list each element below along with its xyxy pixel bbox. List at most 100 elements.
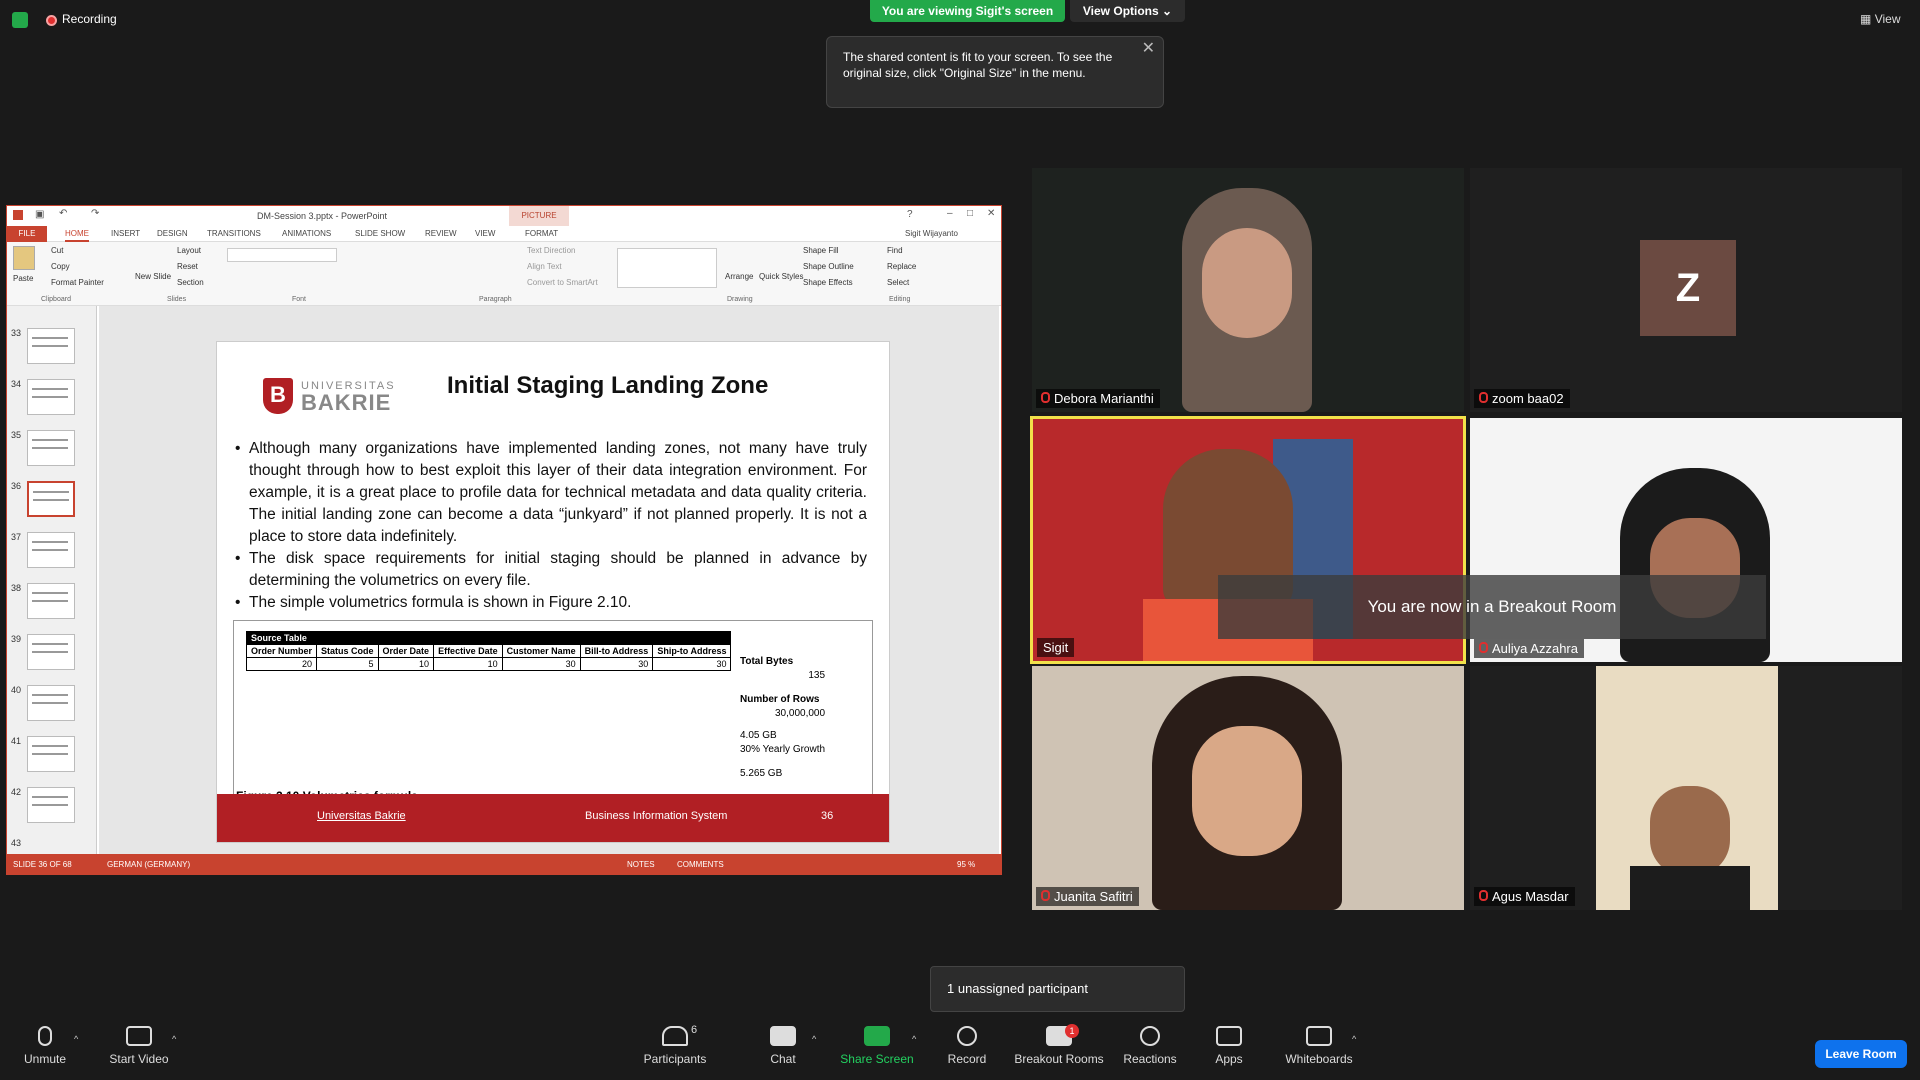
leave-room-button[interactable]: Leave Room	[1815, 1040, 1907, 1068]
reset-button[interactable]: Reset	[177, 262, 198, 271]
notes-button[interactable]: NOTES	[627, 860, 655, 869]
thumb-number: 39	[11, 634, 22, 644]
column-header: Effective Date	[433, 644, 503, 658]
align-text-button[interactable]: Align Text	[527, 262, 562, 271]
unmute-label: Unmute	[23, 1052, 67, 1066]
whiteboards-button[interactable]: Whiteboards	[1274, 1026, 1364, 1066]
format-painter-button[interactable]: Format Painter	[51, 278, 104, 287]
font-name-input[interactable]	[227, 248, 337, 262]
slide-thumbnail[interactable]	[27, 532, 75, 568]
table-cell: 30	[501, 657, 581, 671]
language-status[interactable]: GERMAN (GERMANY)	[107, 860, 190, 869]
ribbon-tabs: FILE HOME INSERT DESIGN TRANSITIONS ANIM…	[7, 226, 1001, 242]
slide-thumbnail-active[interactable]	[27, 481, 75, 517]
tab-view[interactable]: VIEW	[475, 229, 495, 238]
breakout-rooms-button[interactable]: 1 Breakout Rooms	[1013, 1024, 1105, 1066]
zoom-level[interactable]: 95 %	[957, 860, 975, 869]
quick-styles-button[interactable]: Quick Styles	[759, 272, 803, 281]
tab-slide-show[interactable]: SLIDE SHOW	[355, 229, 405, 238]
shield-icon[interactable]	[12, 12, 28, 28]
shape-fill-button[interactable]: Shape Fill	[803, 246, 839, 255]
apps-button[interactable]: Apps	[1184, 1026, 1274, 1066]
video-tile-debora[interactable]: Debora Marianthi	[1032, 168, 1464, 412]
slide-thumbnail[interactable]	[27, 787, 75, 823]
unassigned-participant-popup[interactable]: 1 unassigned participant	[930, 966, 1185, 1012]
user-name[interactable]: Sigit Wijayanto	[905, 229, 958, 238]
share-screen-button[interactable]: Share Screen	[832, 1026, 922, 1066]
tab-insert[interactable]: INSERT	[111, 229, 140, 238]
close-icon[interactable]: ✕	[1142, 41, 1155, 57]
new-slide-button[interactable]: New Slide	[135, 272, 171, 281]
help-icon[interactable]: ?	[907, 209, 913, 220]
muted-mic-icon	[1041, 392, 1050, 403]
tab-home[interactable]: HOME	[65, 229, 89, 242]
video-tile-agus[interactable]: Agus Masdar	[1470, 666, 1902, 910]
comments-button[interactable]: COMMENTS	[677, 860, 724, 869]
chat-button[interactable]: Chat	[738, 1026, 828, 1066]
video-tile-zoom-baa02[interactable]: Z zoom baa02	[1470, 168, 1902, 412]
start-video-button[interactable]: Start Video	[94, 1026, 184, 1066]
participant-face	[1650, 786, 1730, 876]
video-options-caret-icon[interactable]: ^	[172, 1034, 176, 1044]
save-icon[interactable]: ▣	[35, 209, 44, 220]
slide-thumbnail[interactable]	[27, 430, 75, 466]
slide-thumbnails-pane[interactable]: 33 34 35 36 37 38 39 40 41 42 43	[7, 306, 97, 854]
convert-smartart-button[interactable]: Convert to SmartArt	[527, 278, 598, 287]
paste-icon[interactable]	[13, 246, 35, 270]
projected-value: 5.265 GB	[740, 768, 783, 779]
find-button[interactable]: Find	[887, 246, 903, 255]
tab-file[interactable]: FILE	[7, 226, 47, 242]
participant-name: Sigit	[1043, 640, 1069, 655]
undo-icon[interactable]: ↶	[59, 208, 67, 219]
paste-button[interactable]: Paste	[13, 274, 33, 283]
start-video-label: Start Video	[109, 1052, 169, 1066]
slide-thumbnail[interactable]	[27, 634, 75, 670]
whiteboard-options-caret-icon[interactable]: ^	[1352, 1034, 1356, 1044]
cut-button[interactable]: Cut	[51, 246, 63, 255]
shape-outline-button[interactable]: Shape Outline	[803, 262, 854, 271]
arrange-button[interactable]: Arrange	[725, 272, 753, 281]
tab-design[interactable]: DESIGN	[157, 229, 188, 238]
tab-format[interactable]: FORMAT	[525, 229, 558, 238]
record-button[interactable]: Record	[922, 1026, 1012, 1066]
slide[interactable]: B UNIVERSITAS BAKRIE Initial Staging Lan…	[216, 341, 890, 843]
slide-thumbnail[interactable]	[27, 328, 75, 364]
figure-image[interactable]: Source Table Order Number Status Code Or…	[233, 620, 873, 806]
view-button[interactable]: ▦ View	[1860, 12, 1900, 26]
audio-options-caret-icon[interactable]: ^	[74, 1034, 78, 1044]
chat-options-caret-icon[interactable]: ^	[812, 1034, 816, 1044]
replace-button[interactable]: Replace	[887, 262, 916, 271]
share-options-caret-icon[interactable]: ^	[912, 1034, 916, 1044]
tab-transitions[interactable]: TRANSITIONS	[207, 229, 261, 238]
shapes-gallery[interactable]	[617, 248, 717, 288]
shape-effects-button[interactable]: Shape Effects	[803, 278, 853, 287]
minimize-icon[interactable]: –	[947, 208, 953, 219]
footer-course: Business Information System	[585, 810, 728, 822]
maximize-icon[interactable]: □	[967, 208, 973, 219]
section-button[interactable]: Section	[177, 278, 204, 287]
slide-thumbnail[interactable]	[27, 583, 75, 619]
copy-button[interactable]: Copy	[51, 262, 70, 271]
redo-icon[interactable]: ↷	[91, 208, 99, 219]
bullet-item: The simple volumetrics formula is shown …	[235, 592, 867, 614]
tab-review[interactable]: REVIEW	[425, 229, 457, 238]
view-options-button[interactable]: View Options ⌄	[1070, 0, 1185, 22]
text-direction-button[interactable]: Text Direction	[527, 246, 575, 255]
column-header: Status Code	[316, 644, 379, 658]
layout-button[interactable]: Layout	[177, 246, 201, 255]
tab-animations[interactable]: ANIMATIONS	[282, 229, 331, 238]
apps-icon	[1216, 1026, 1242, 1046]
video-tile-juanita[interactable]: Juanita Safitri	[1032, 666, 1464, 910]
unmute-button[interactable]: Unmute	[0, 1026, 90, 1066]
chat-label: Chat	[770, 1052, 796, 1066]
ppt-window-title: DM-Session 3.pptx - PowerPoint	[257, 211, 388, 221]
select-button[interactable]: Select	[887, 278, 909, 287]
slide-thumbnail[interactable]	[27, 379, 75, 415]
participants-button[interactable]: 6 Participants	[630, 1024, 720, 1066]
slide-thumbnail[interactable]	[27, 685, 75, 721]
muted-mic-icon	[1041, 890, 1050, 901]
reactions-button[interactable]: Reactions	[1105, 1026, 1195, 1066]
close-window-icon[interactable]: ✕	[987, 208, 995, 219]
smiley-icon	[1140, 1026, 1160, 1046]
slide-thumbnail[interactable]	[27, 736, 75, 772]
